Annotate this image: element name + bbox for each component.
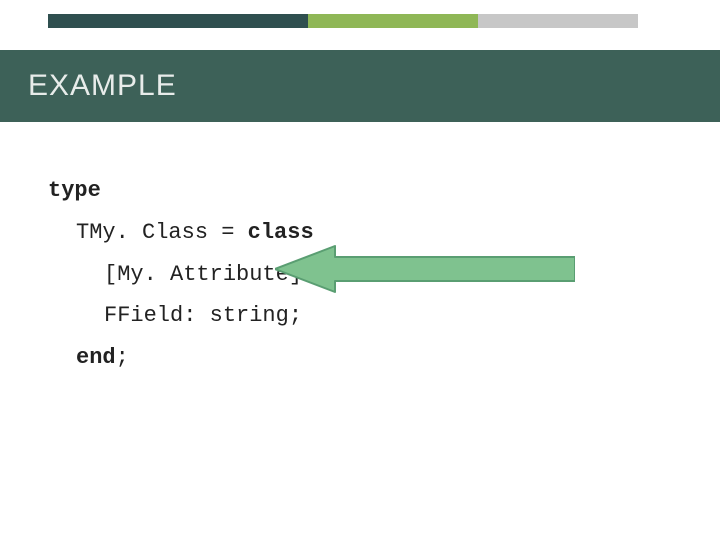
code-text: [My. Attribute] [104,262,302,287]
code-keyword-type: type [48,178,101,203]
code-line: TMy. Class = class [76,212,672,254]
code-line-field: FField: string; [104,295,672,337]
code-keyword-class: class [248,220,314,245]
top-stripe-bar [0,14,720,28]
title-band: EXAMPLE [0,50,720,122]
code-line: type [48,170,672,212]
code-text: ; [116,345,129,370]
code-text: TMy. Class = [76,220,248,245]
slide-body: type TMy. Class = class [My. Attribute] … [48,170,672,379]
stripe-segment [0,14,48,28]
stripe-segment-dark [48,14,308,28]
code-line-attribute: [My. Attribute] [104,254,672,296]
code-block: type TMy. Class = class [My. Attribute] … [48,170,672,379]
slide-title: EXAMPLE [28,69,177,103]
stripe-segment [638,14,720,28]
code-keyword-end: end [76,345,116,370]
stripe-segment-grey [478,14,638,28]
stripe-segment-green [308,14,478,28]
code-line: end; [76,337,672,379]
slide: EXAMPLE type TMy. Class = class [My. Att… [0,0,720,540]
code-text: FField: string; [104,303,302,328]
